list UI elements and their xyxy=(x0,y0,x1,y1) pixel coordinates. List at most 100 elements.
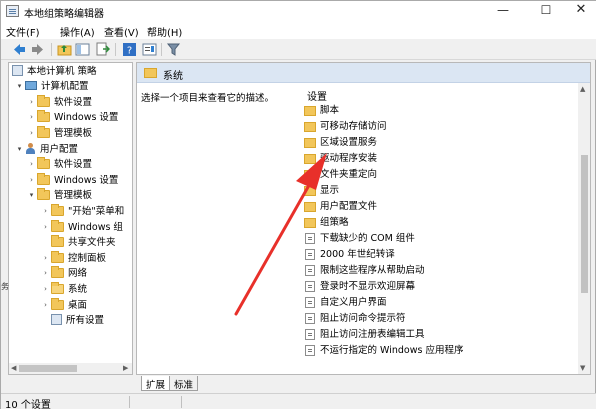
expand-chevron-icon[interactable]: ▾ xyxy=(15,142,24,157)
folder-icon xyxy=(37,110,50,122)
collapse-chevron-icon[interactable]: › xyxy=(27,95,36,110)
list-item[interactable]: 区域设置服务 xyxy=(304,135,377,151)
tree-node-start-menu[interactable]: › "开始"菜单和 xyxy=(41,204,124,219)
menu-view[interactable]: 查看(V) xyxy=(104,24,139,39)
expand-chevron-icon[interactable]: ▾ xyxy=(27,188,36,203)
column-header-settings[interactable]: 设置 xyxy=(307,88,327,103)
maximize-button[interactable]: ☐ xyxy=(532,1,560,21)
tree-node-label: 管理模板 xyxy=(54,190,93,201)
minimize-button[interactable]: — xyxy=(489,1,517,21)
tree-node-label: Windows 设置 xyxy=(54,112,119,123)
collapse-chevron-icon[interactable]: › xyxy=(41,266,50,281)
folder-icon xyxy=(37,157,50,169)
tab-extended[interactable]: 扩展 xyxy=(141,376,171,391)
tree-node-network[interactable]: › 网络 xyxy=(41,266,87,281)
list-item[interactable]: 可移动存储访问 xyxy=(304,119,387,135)
folder-icon xyxy=(304,218,316,228)
list-item[interactable]: 限制这些程序从帮助启动 xyxy=(304,263,425,279)
collapse-chevron-icon[interactable]: › xyxy=(41,204,50,219)
folder-icon xyxy=(51,220,64,232)
tree-node-control-panel[interactable]: › 控制面板 xyxy=(41,251,106,266)
menu-bar: 文件(F) 操作(A) 查看(V) 帮助(H) xyxy=(1,21,596,39)
menu-help[interactable]: 帮助(H) xyxy=(147,24,182,39)
tree-node-all-settings[interactable]: 所有设置 xyxy=(41,313,104,328)
tree-node-root[interactable]: 本地计算机 策略 xyxy=(11,64,97,79)
tree-node-system[interactable]: › 系统 xyxy=(41,282,87,297)
export-list-icon[interactable] xyxy=(95,42,110,57)
tree-node-label: 系统 xyxy=(68,284,88,295)
collapse-chevron-icon[interactable]: › xyxy=(27,157,36,172)
collapse-chevron-icon[interactable]: › xyxy=(41,282,50,297)
tree-node-computer-config[interactable]: ▾ 计算机配置 xyxy=(15,79,89,94)
up-folder-icon[interactable] xyxy=(57,42,72,57)
list-item-label: 下载缺少的 COM 组件 xyxy=(320,233,415,244)
tree-horizontal-scrollbar[interactable]: ◀ ▶ xyxy=(9,363,132,374)
folder-icon xyxy=(144,68,157,78)
back-arrow-icon[interactable] xyxy=(12,42,27,57)
list-item[interactable]: 不运行指定的 Windows 应用程序 xyxy=(304,343,463,359)
list-item[interactable]: 下载缺少的 COM 组件 xyxy=(304,231,415,247)
tree-node-shared-folders[interactable]: 共享文件夹 xyxy=(41,235,116,250)
list-item[interactable]: 阻止访问命令提示符 xyxy=(304,311,406,327)
policy-tree: 本地计算机 策略 ▾ 计算机配置 › 软件设置 › Windows 设置 › 管理模板 … xyxy=(8,62,133,375)
list-item[interactable]: 用户配置文件 xyxy=(304,199,377,215)
tree-node-uc-software[interactable]: › 软件设置 xyxy=(27,157,92,172)
collapse-chevron-icon[interactable]: › xyxy=(27,126,36,141)
list-item[interactable]: 文件夹重定向 xyxy=(304,167,377,183)
list-item[interactable]: 组策略 xyxy=(304,215,349,231)
menu-action[interactable]: 操作(A) xyxy=(60,24,95,39)
collapse-chevron-icon[interactable]: › xyxy=(41,298,50,313)
forward-arrow-icon[interactable] xyxy=(30,42,45,57)
scroll-down-icon[interactable]: ▼ xyxy=(580,364,585,372)
folder-icon xyxy=(37,95,50,107)
close-button[interactable]: ✕ xyxy=(567,1,595,21)
scrollbar-thumb[interactable] xyxy=(581,155,588,293)
list-vertical-scrollbar[interactable]: ▲ ▼ xyxy=(578,83,590,374)
list-item-label: 显示 xyxy=(320,185,340,196)
collapse-chevron-icon[interactable]: › xyxy=(41,220,50,235)
help-icon[interactable]: ? xyxy=(122,42,137,57)
collapse-chevron-icon[interactable]: › xyxy=(41,251,50,266)
tree-node-desktop[interactable]: › 桌面 xyxy=(41,298,87,313)
tree-node-label: 网络 xyxy=(68,268,88,279)
policy-setting-icon xyxy=(305,233,315,244)
list-item[interactable]: 脚本 xyxy=(304,103,339,119)
list-item[interactable]: 阻止访问注册表编辑工具 xyxy=(304,327,425,343)
tree-node-cc-windows[interactable]: › Windows 设置 xyxy=(27,110,118,125)
expand-chevron-icon[interactable]: ▾ xyxy=(15,79,24,94)
collapse-chevron-icon[interactable]: › xyxy=(27,110,36,125)
list-item[interactable]: 2000 年世纪转译 xyxy=(304,247,395,263)
tree-node-uc-windows[interactable]: › Windows 设置 xyxy=(27,173,118,188)
folder-icon xyxy=(304,170,316,180)
folder-icon xyxy=(37,126,50,138)
settings-list: 设置 脚本 可移动存储访问 区域设置服务 驱动程序安装 文件夹重定向 显示 用户… xyxy=(297,83,590,374)
tree-node-label: 软件设置 xyxy=(54,97,93,108)
filter-icon[interactable] xyxy=(166,42,181,57)
tree-node-uc-admin[interactable]: ▾ 管理模板 xyxy=(27,188,92,203)
list-item-label: 阻止访问注册表编辑工具 xyxy=(320,329,425,340)
tree-node-windows-components[interactable]: › Windows 组 xyxy=(41,220,123,235)
list-item[interactable]: 自定义用户界面 xyxy=(304,295,387,311)
tree-node-label: 管理模板 xyxy=(54,128,93,139)
list-item[interactable]: 登录时不显示欢迎屏幕 xyxy=(304,279,415,295)
toolbar-separator xyxy=(161,43,162,56)
list-item[interactable]: 显示 xyxy=(304,183,339,199)
policy-setting-icon xyxy=(305,313,315,324)
list-item-label: 用户配置文件 xyxy=(320,201,378,212)
menu-file[interactable]: 文件(F) xyxy=(6,24,40,39)
properties-icon[interactable] xyxy=(142,42,157,57)
scrollbar-thumb[interactable] xyxy=(19,365,77,372)
folder-icon xyxy=(304,122,316,132)
policy-setting-icon xyxy=(305,249,315,260)
tab-standard[interactable]: 标准 xyxy=(169,376,199,391)
user-icon xyxy=(25,143,36,154)
tree-node-cc-admin[interactable]: › 管理模板 xyxy=(27,126,92,141)
tree-node-user-config[interactable]: ▾ 用户配置 xyxy=(15,142,78,157)
show-hide-tree-icon[interactable] xyxy=(75,42,90,57)
list-item[interactable]: 驱动程序安装 xyxy=(304,151,377,167)
tree-node-cc-software[interactable]: › 软件设置 xyxy=(27,95,92,110)
collapse-chevron-icon[interactable]: › xyxy=(27,173,36,188)
scroll-left-icon[interactable]: ◀ xyxy=(11,363,16,374)
scroll-up-icon[interactable]: ▲ xyxy=(580,85,585,93)
scroll-right-icon[interactable]: ▶ xyxy=(123,363,128,374)
